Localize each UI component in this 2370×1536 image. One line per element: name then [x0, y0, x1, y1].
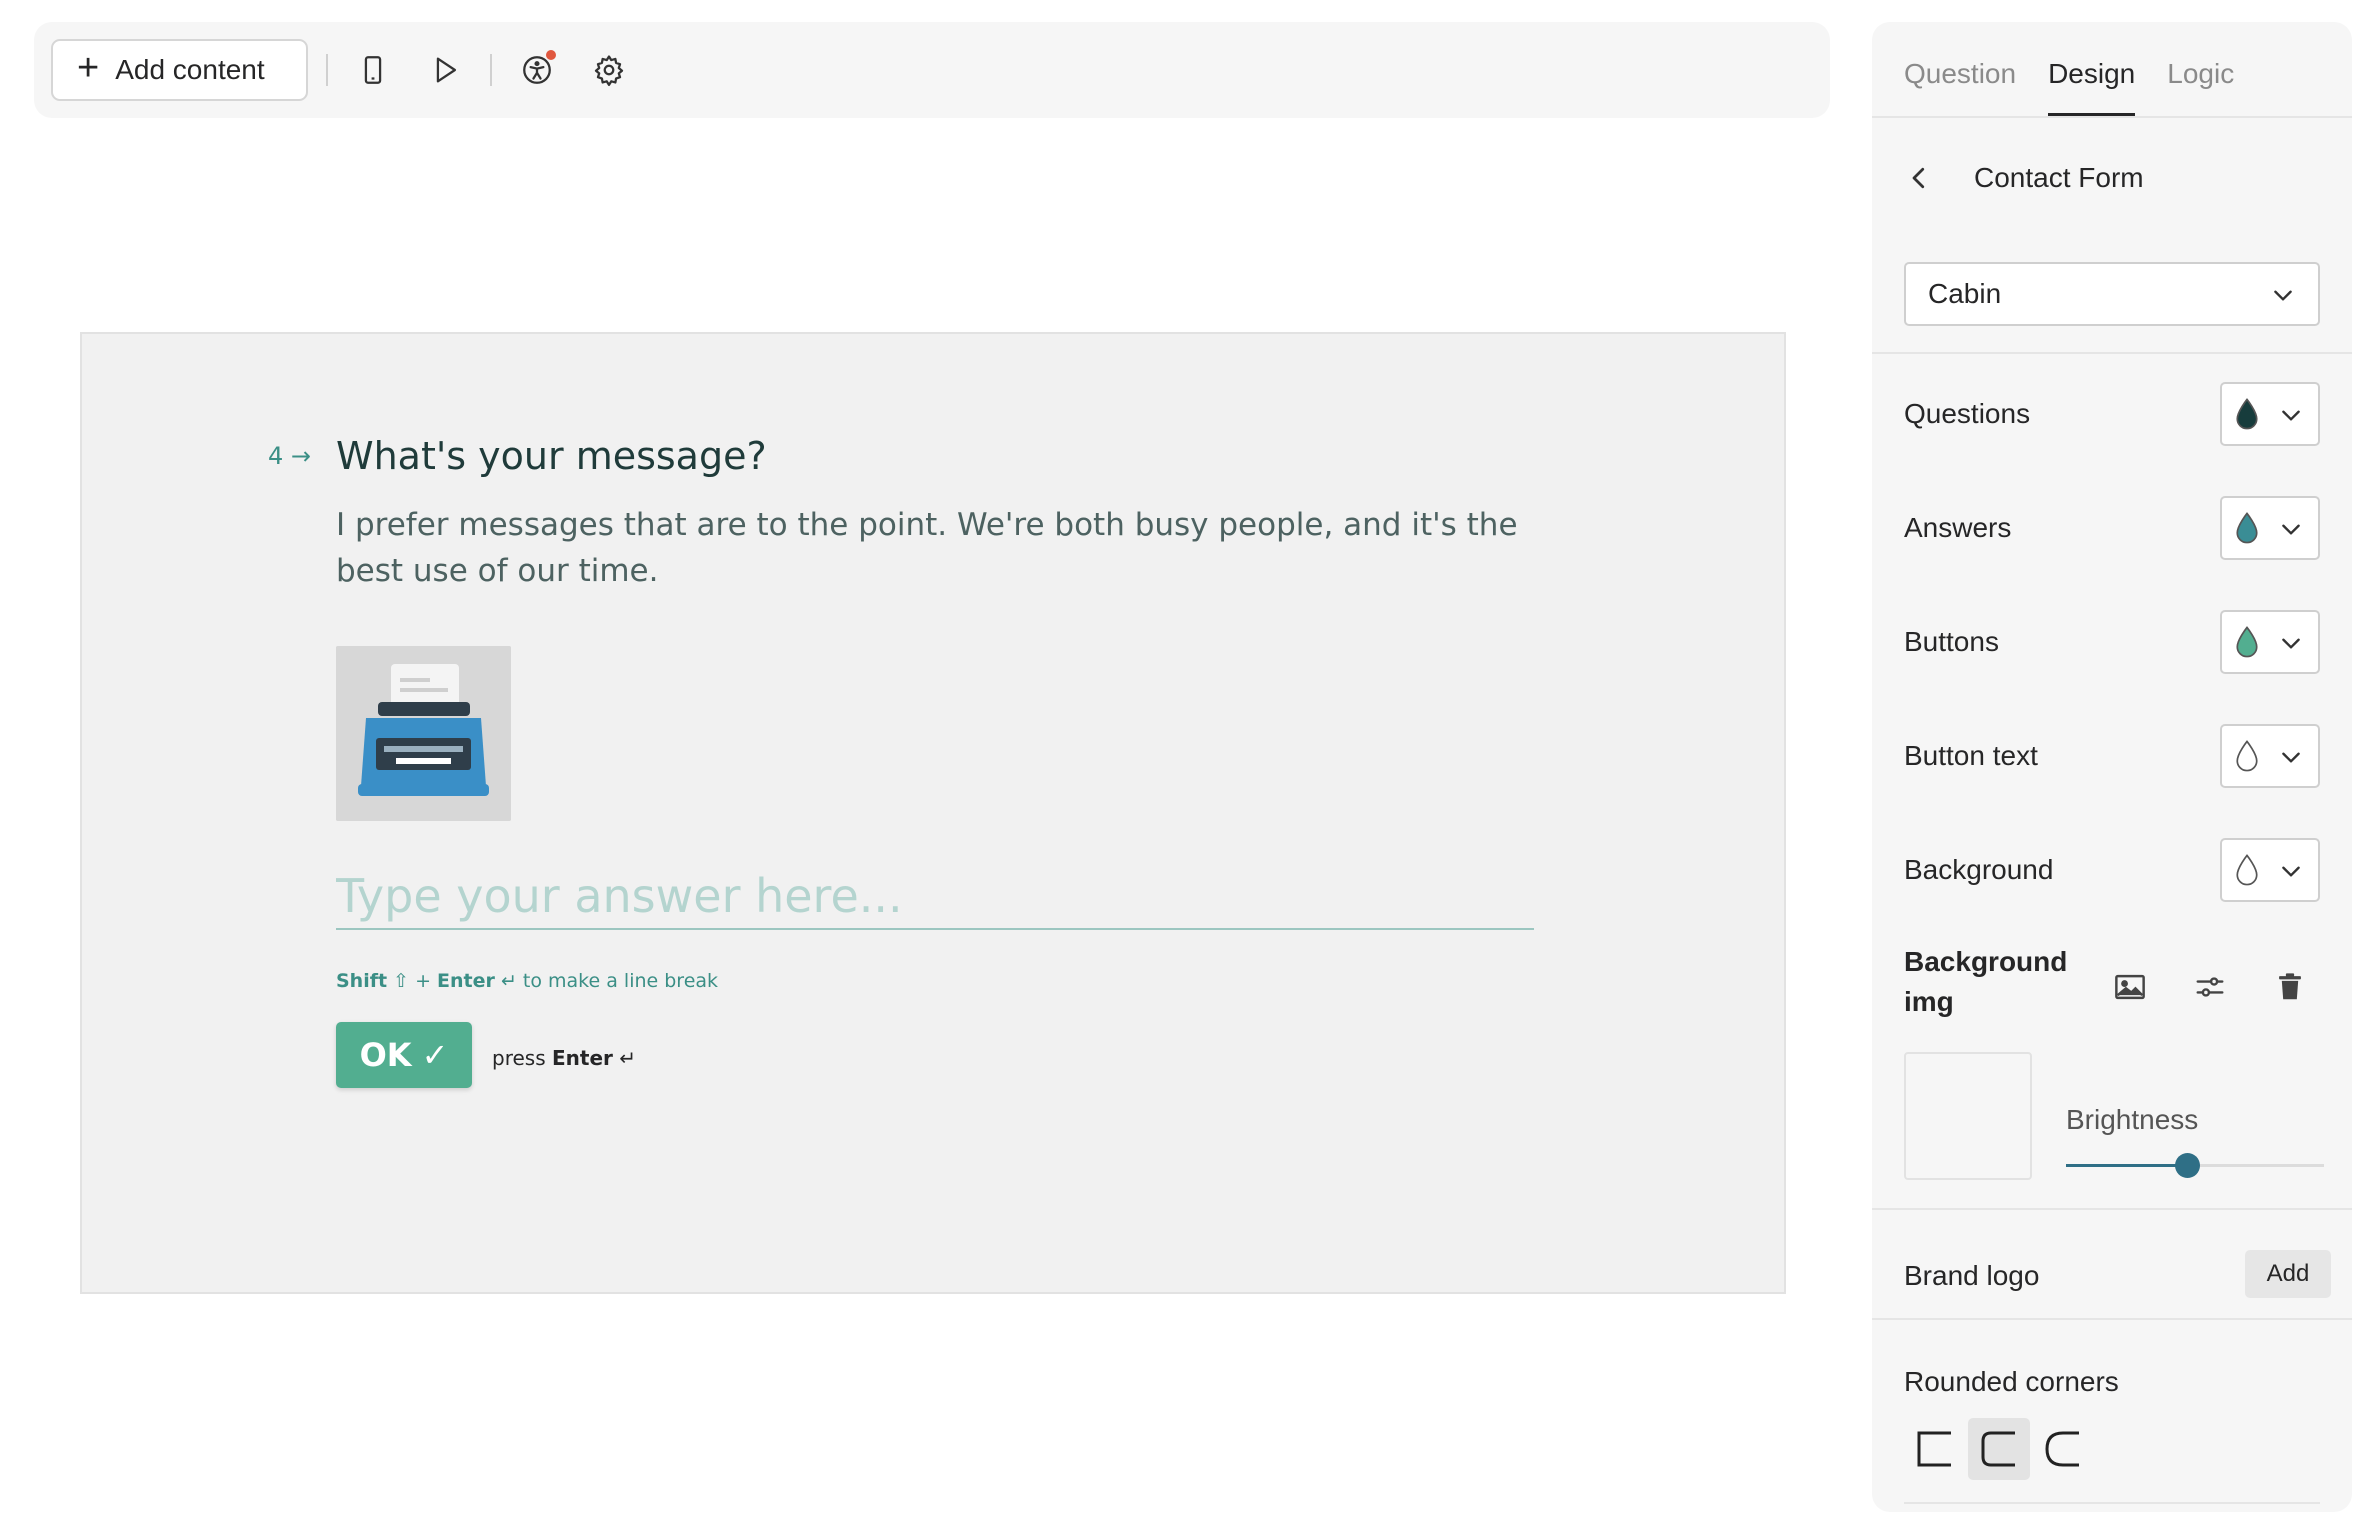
- brightness-slider[interactable]: [2066, 1153, 2324, 1178]
- font-select[interactable]: Cabin: [1904, 262, 2320, 326]
- question-number: 4 →: [268, 442, 312, 470]
- answers-color-label: Answers: [1904, 512, 2012, 543]
- color-drop-icon: [2236, 854, 2258, 886]
- question-title: What's your message?: [336, 434, 767, 478]
- questions-color-picker[interactable]: [2220, 382, 2320, 446]
- toolbar-divider: [490, 54, 492, 86]
- chevron-down-icon: [2282, 752, 2300, 763]
- chevron-down-icon: [2274, 290, 2292, 301]
- chevron-down-icon: [2282, 524, 2300, 535]
- press-enter-hint: press Enter ↵: [492, 1046, 636, 1070]
- tab-logic[interactable]: Logic: [2167, 58, 2234, 116]
- brightness-label: Brightness: [2066, 1104, 2199, 1135]
- tab-design[interactable]: Design: [2048, 58, 2136, 116]
- panel-divider: [1904, 1502, 2320, 1504]
- add-content-label: Add content: [115, 54, 265, 85]
- button-text-color-row: Button text: [1904, 724, 2320, 788]
- background-img-label: Background img: [1904, 946, 2068, 1017]
- buttons-color-row: Buttons: [1904, 610, 2320, 674]
- play-icon[interactable]: [418, 43, 472, 97]
- brand-logo-add-button[interactable]: Add: [2245, 1250, 2331, 1298]
- notification-dot: [546, 50, 556, 60]
- button-text-color-label: Button text: [1904, 740, 2038, 771]
- typewriter-image: [336, 646, 511, 821]
- corner-pill-option[interactable]: [2032, 1418, 2094, 1480]
- background-color-picker[interactable]: [2220, 838, 2320, 902]
- theme-name-title: Contact Form: [1974, 162, 2144, 193]
- image-icon[interactable]: [2110, 967, 2150, 1007]
- checkmark-icon: ✓: [421, 1036, 449, 1074]
- ok-button[interactable]: OK ✓: [336, 1022, 472, 1088]
- brightness-slider-thumb[interactable]: [2175, 1153, 2201, 1178]
- background-color-label: Background: [1904, 854, 2054, 885]
- answers-color-picker[interactable]: [2220, 496, 2320, 560]
- panel-header: Contact Form: [1904, 162, 2144, 194]
- brightness-slider-fill: [2066, 1164, 2188, 1167]
- plus-icon: +: [77, 47, 100, 89]
- answer-input[interactable]: [336, 864, 1534, 930]
- trash-icon[interactable]: [2270, 967, 2310, 1007]
- adjust-sliders-icon[interactable]: [2190, 967, 2230, 1007]
- color-drop-icon: [2236, 740, 2258, 772]
- settings-icon[interactable]: [582, 43, 636, 97]
- chevron-down-icon: [2282, 638, 2300, 649]
- answers-color-row: Answers: [1904, 496, 2320, 560]
- line-break-hint: Shift ⇧ + Enter ↵ to make a line break: [336, 970, 719, 992]
- add-content-button[interactable]: + Add content: [51, 39, 308, 101]
- accessibility-icon[interactable]: [510, 43, 564, 97]
- color-drop-icon: [2236, 512, 2258, 544]
- chevron-down-icon: [2282, 410, 2300, 421]
- ok-label: OK: [359, 1036, 412, 1074]
- corner-rounded-option[interactable]: [1968, 1418, 2030, 1480]
- mobile-preview-icon[interactable]: [346, 43, 400, 97]
- panel-divider: [1872, 1318, 2352, 1320]
- toolbar: + Add content: [34, 22, 1830, 118]
- color-drop-icon: [2236, 398, 2258, 430]
- buttons-color-picker[interactable]: [2220, 610, 2320, 674]
- corner-square-option[interactable]: [1904, 1418, 1966, 1480]
- toolbar-divider: [326, 54, 328, 86]
- panel-divider: [1872, 352, 2352, 354]
- design-panel: Question Design Logic Contact Form Cabin…: [1872, 22, 2352, 1512]
- brand-logo-label: Brand logo: [1904, 1260, 2040, 1291]
- questions-color-row: Questions: [1904, 382, 2320, 446]
- rounded-corners-label: Rounded corners: [1904, 1366, 2119, 1397]
- panel-divider: [1872, 1208, 2352, 1210]
- form-preview-canvas: 4 → What's your message? I prefer messag…: [80, 332, 1786, 1294]
- question-description: I prefer messages that are to the point.…: [336, 507, 1518, 589]
- background-image-thumbnail[interactable]: [1904, 1052, 2032, 1180]
- button-text-color-picker[interactable]: [2220, 724, 2320, 788]
- chevron-left-icon[interactable]: [1904, 163, 1934, 193]
- font-select-value: Cabin: [1928, 278, 2002, 309]
- color-drop-icon: [2236, 626, 2258, 658]
- questions-color-label: Questions: [1904, 398, 2031, 429]
- tab-question[interactable]: Question: [1904, 58, 2016, 116]
- chevron-down-icon: [2282, 866, 2300, 877]
- buttons-color-label: Buttons: [1904, 626, 1999, 657]
- background-color-row: Background: [1904, 838, 2320, 902]
- panel-tabs: Question Design Logic: [1872, 22, 2352, 118]
